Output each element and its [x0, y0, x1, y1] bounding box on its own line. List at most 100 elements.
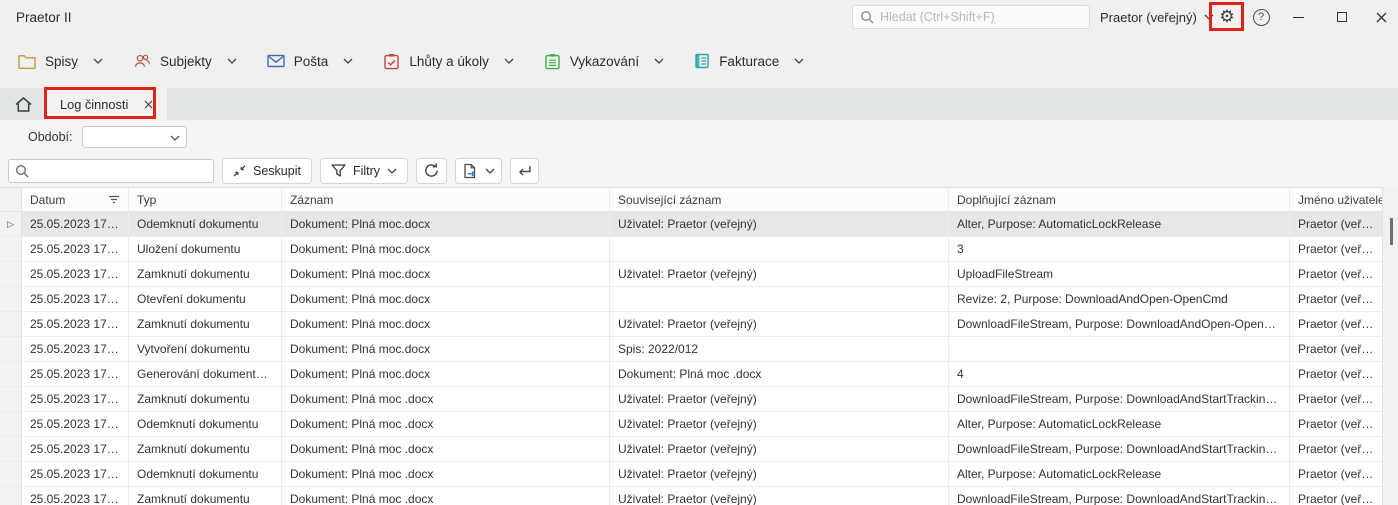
tab-close-icon[interactable]	[144, 100, 153, 109]
cell-datum: 25.05.2023 17:10	[22, 362, 129, 386]
cell-doplnujici: 3	[949, 237, 1290, 261]
cell-zaznam: Dokument: Plná moc.docx	[282, 312, 610, 336]
cell-typ: Odemknutí dokumentu	[129, 212, 282, 236]
table-row[interactable]: 25.05.2023 17:08Zamknutí dokumentuDokume…	[0, 487, 1398, 505]
cell-souvisejici	[610, 287, 949, 311]
cell-doplnujici: Revize: 2, Purpose: DownloadAndOpen-Open…	[949, 287, 1290, 311]
grid-search[interactable]	[8, 159, 214, 183]
settings-gear-icon[interactable]: ⚙	[1213, 0, 1241, 34]
cell-doplnujici: Alter, Purpose: AutomaticLockRelease	[949, 212, 1290, 236]
menu-item-spisy[interactable]: Spisy	[18, 54, 103, 69]
column-header-jmeno-uzivatele[interactable]: Jméno uživatele	[1290, 188, 1382, 211]
table-row[interactable]: 25.05.2023 17:10Uložení dokumentuDokumen…	[0, 237, 1398, 262]
column-header-datum[interactable]: Datum	[22, 188, 129, 211]
row-selector[interactable]	[0, 412, 22, 436]
cell-doplnujici: 4	[949, 362, 1290, 386]
table-row[interactable]: 25.05.2023 17:09Odemknutí dokumentuDokum…	[0, 412, 1398, 437]
table-row[interactable]: 25.05.2023 17:10Zamknutí dokumentuDokume…	[0, 312, 1398, 337]
minimize-button[interactable]	[1283, 0, 1313, 34]
table-row[interactable]: 25.05.2023 17:09Zamknutí dokumentuDokume…	[0, 387, 1398, 412]
column-header-typ[interactable]: Typ	[129, 188, 282, 211]
row-selector[interactable]: ▷	[0, 212, 22, 236]
collapse-arrows-icon	[233, 165, 246, 177]
table-row[interactable]: 25.05.2023 17:10Otevření dokumentuDokume…	[0, 287, 1398, 312]
cell-souvisejici: Dokument: Plná moc .docx	[610, 362, 949, 386]
filters-button-label: Filtry	[353, 164, 380, 178]
menu-item-vykazovani[interactable]: Vykazování	[544, 53, 664, 70]
cell-doplnujici	[949, 337, 1290, 361]
cell-typ: Odemknutí dokumentu	[129, 462, 282, 486]
cell-typ: Zamknutí dokumentu	[129, 437, 282, 461]
row-selector[interactable]	[0, 287, 22, 311]
cell-uzivatel: Praetor (veřejný)	[1290, 287, 1382, 311]
refresh-button[interactable]	[416, 158, 447, 184]
log-table: Datum Typ Záznam Související záznam Dopl…	[0, 187, 1398, 505]
cell-zaznam: Dokument: Plná moc .docx	[282, 412, 610, 436]
column-header-souvisejici-zaznam[interactable]: Související záznam	[610, 188, 949, 211]
home-icon	[14, 96, 33, 113]
cell-zaznam: Dokument: Plná moc.docx	[282, 212, 610, 236]
menu-item-label: Vykazování	[570, 54, 639, 69]
cell-zaznam: Dokument: Plná moc .docx	[282, 387, 610, 411]
chevron-down-icon	[93, 58, 103, 64]
tab-label: Log činnosti	[60, 97, 128, 112]
global-search[interactable]	[852, 5, 1090, 29]
filters-button[interactable]: Filtry	[320, 158, 408, 184]
home-tab[interactable]	[0, 88, 46, 120]
chevron-down-icon	[170, 135, 180, 141]
row-selector[interactable]	[0, 237, 22, 261]
vertical-scrollbar[interactable]	[1382, 187, 1398, 505]
table-row[interactable]: 25.05.2023 17:10Vytvoření dokumentuDokum…	[0, 337, 1398, 362]
row-selector[interactable]	[0, 437, 22, 461]
cell-doplnujici: DownloadFileStream, Purpose: DownloadAnd…	[949, 387, 1290, 411]
menu-item-subjekty[interactable]: Subjekty	[133, 53, 237, 69]
table-row[interactable]: 25.05.2023 17:09Odemknutí dokumentuDokum…	[0, 462, 1398, 487]
table-row[interactable]: ▷25.05.2023 17:10Odemknutí dokumentuDoku…	[0, 212, 1398, 237]
row-selector[interactable]	[0, 337, 22, 361]
column-header-doplnujici-zaznam[interactable]: Doplňující záznam	[949, 188, 1290, 211]
column-header-zaznam[interactable]: Záznam	[282, 188, 610, 211]
people-icon	[133, 53, 151, 69]
maximize-button[interactable]	[1327, 0, 1357, 34]
close-button[interactable]	[1366, 0, 1396, 34]
sort-descending-icon	[108, 195, 120, 204]
group-button-label: Seskupit	[253, 164, 301, 178]
group-button[interactable]: Seskupit	[222, 158, 312, 184]
row-selector[interactable]	[0, 387, 22, 411]
cell-zaznam: Dokument: Plná moc.docx	[282, 237, 610, 261]
enter-button[interactable]	[510, 158, 539, 184]
chevron-down-icon	[485, 168, 495, 174]
table-row[interactable]: 25.05.2023 17:10Zamknutí dokumentuDokume…	[0, 262, 1398, 287]
chevron-down-icon	[504, 58, 514, 64]
global-search-input[interactable]	[880, 10, 1082, 24]
table-row[interactable]: 25.05.2023 17:09Zamknutí dokumentuDokume…	[0, 437, 1398, 462]
cell-doplnujici: Alter, Purpose: AutomaticLockRelease	[949, 412, 1290, 436]
cell-datum: 25.05.2023 17:10	[22, 287, 129, 311]
period-select[interactable]	[82, 126, 187, 148]
tab-log-cinnosti[interactable]: Log činnosti	[46, 88, 167, 120]
enter-arrow-icon	[517, 165, 532, 177]
menu-item-label: Lhůty a úkoly	[409, 54, 489, 69]
user-menu[interactable]: Praetor (veřejný)	[1100, 0, 1214, 34]
cell-souvisejici	[610, 237, 949, 261]
cell-doplnujici: DownloadFileStream, Purpose: DownloadAnd…	[949, 437, 1290, 461]
row-selector[interactable]	[0, 462, 22, 486]
table-row[interactable]: 25.05.2023 17:10Generování dokumentu z..…	[0, 362, 1398, 387]
menu-item-lhuty-a-ukoly[interactable]: Lhůty a úkoly	[383, 53, 514, 70]
header-gutter	[0, 188, 22, 211]
export-button[interactable]	[455, 158, 502, 184]
row-selector[interactable]	[0, 362, 22, 386]
grid-toolbar: Seskupit Filtry	[0, 154, 1398, 187]
row-selector[interactable]	[0, 262, 22, 286]
grid-search-input[interactable]	[34, 164, 207, 178]
row-selector[interactable]	[0, 487, 22, 505]
cell-uzivatel: Praetor (veřejný)	[1290, 487, 1382, 505]
menu-item-posta[interactable]: Pošta	[267, 54, 354, 69]
help-icon[interactable]: ?	[1247, 0, 1275, 34]
menu-item-fakturace[interactable]: Fakturace	[694, 53, 804, 69]
cell-uzivatel: Praetor (veřejný)	[1290, 337, 1382, 361]
menu-item-label: Fakturace	[719, 54, 779, 69]
tab-strip: Log činnosti	[0, 88, 1398, 120]
row-selector[interactable]	[0, 312, 22, 336]
scrollbar-thumb[interactable]	[1390, 218, 1393, 245]
